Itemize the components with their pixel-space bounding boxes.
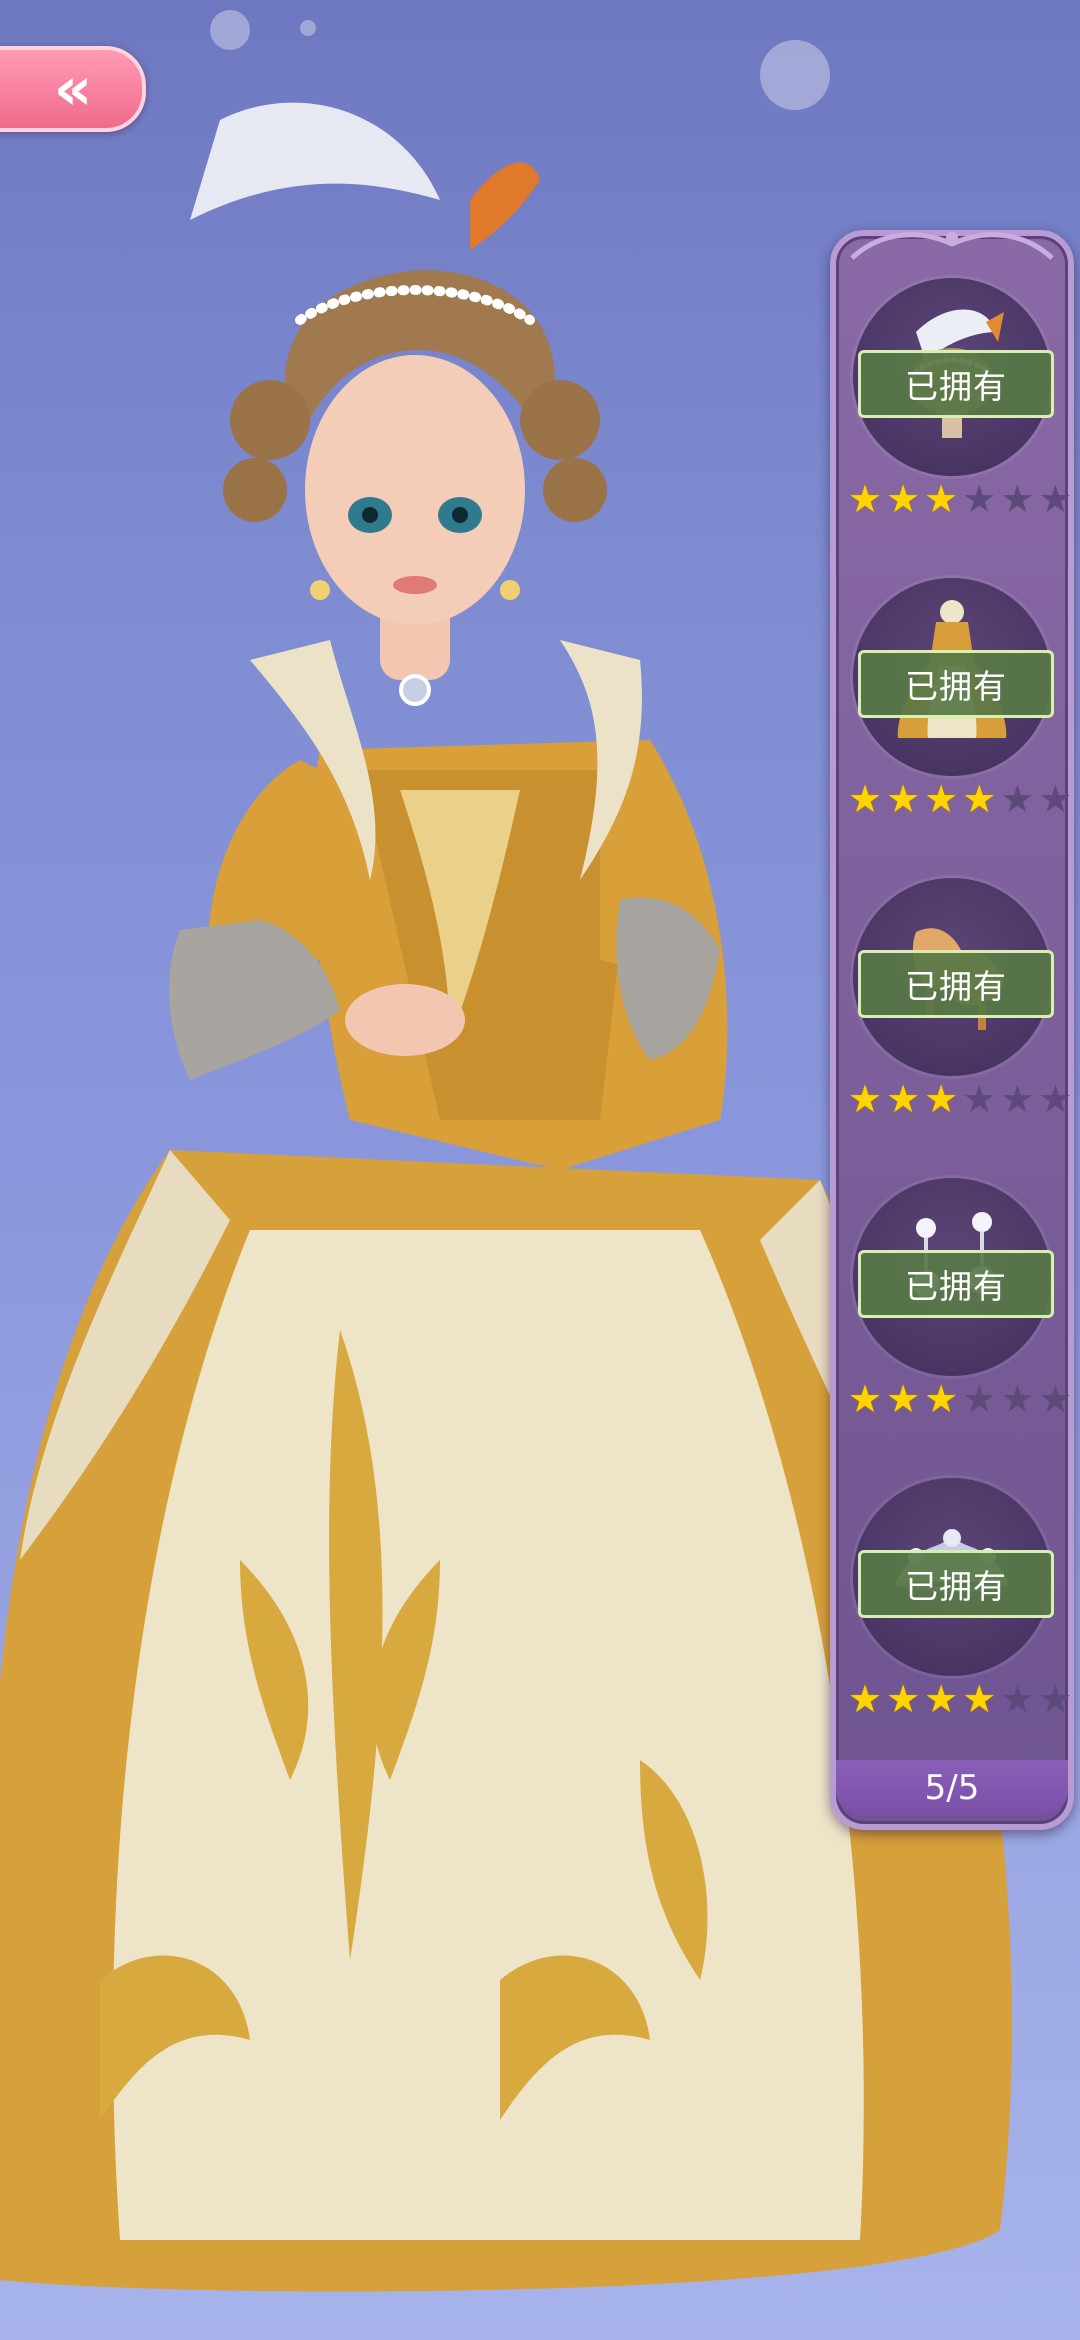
outfit-slot-accessory[interactable]: 已拥有 ★ ★ ★ ★ ★ ★ bbox=[836, 1458, 1072, 1754]
star-filled-icon: ★ bbox=[886, 1677, 921, 1721]
star-rating: ★ ★ ★ ★ ★ ★ bbox=[848, 1380, 1072, 1418]
star-filled-icon: ★ bbox=[962, 777, 997, 821]
star-filled-icon: ★ bbox=[962, 1677, 997, 1721]
star-filled-icon: ★ bbox=[924, 777, 959, 821]
star-empty-icon: ★ bbox=[1038, 1677, 1073, 1721]
owned-badge: 已拥有 bbox=[858, 350, 1054, 418]
star-filled-icon: ★ bbox=[924, 477, 959, 521]
owned-badge: 已拥有 bbox=[858, 1250, 1054, 1318]
back-button[interactable]: « bbox=[0, 46, 146, 132]
star-filled-icon: ★ bbox=[848, 477, 883, 521]
star-empty-icon: ★ bbox=[1000, 1077, 1035, 1121]
star-filled-icon: ★ bbox=[886, 777, 921, 821]
star-empty-icon: ★ bbox=[962, 1377, 997, 1421]
owned-badge: 已拥有 bbox=[858, 950, 1054, 1018]
star-empty-icon: ★ bbox=[1038, 1377, 1073, 1421]
star-filled-icon: ★ bbox=[848, 1077, 883, 1121]
star-filled-icon: ★ bbox=[848, 1377, 883, 1421]
star-filled-icon: ★ bbox=[848, 1677, 883, 1721]
page-counter: 5/5 bbox=[836, 1760, 1068, 1816]
star-empty-icon: ★ bbox=[1000, 777, 1035, 821]
star-empty-icon: ★ bbox=[962, 1077, 997, 1121]
outfit-panel: 已拥有 ★ ★ ★ ★ ★ ★ 已拥有 ★ ★ ★ ★ ★ ★ 已拥有 ★ ★ … bbox=[830, 230, 1074, 1830]
star-empty-icon: ★ bbox=[1000, 1377, 1035, 1421]
outfit-slot-hairstyle[interactable]: 已拥有 ★ ★ ★ ★ ★ ★ bbox=[836, 258, 1072, 554]
star-filled-icon: ★ bbox=[848, 777, 883, 821]
game-scene: « 已拥有 ★ ★ ★ ★ ★ ★ 已拥有 ★ ★ ★ ★ ★ ★ 已拥有 ★ … bbox=[0, 0, 1080, 2340]
star-filled-icon: ★ bbox=[886, 1377, 921, 1421]
star-rating: ★ ★ ★ ★ ★ ★ bbox=[848, 1080, 1072, 1118]
double-chevron-left-icon: « bbox=[53, 54, 93, 124]
outfit-slot-dress[interactable]: 已拥有 ★ ★ ★ ★ ★ ★ bbox=[836, 558, 1072, 854]
owned-badge: 已拥有 bbox=[858, 650, 1054, 718]
star-rating: ★ ★ ★ ★ ★ ★ bbox=[848, 1680, 1072, 1718]
star-rating: ★ ★ ★ ★ ★ ★ bbox=[848, 780, 1072, 818]
star-filled-icon: ★ bbox=[886, 477, 921, 521]
outfit-slot-shoes[interactable]: 已拥有 ★ ★ ★ ★ ★ ★ bbox=[836, 858, 1072, 1154]
star-filled-icon: ★ bbox=[886, 1077, 921, 1121]
star-filled-icon: ★ bbox=[924, 1677, 959, 1721]
outfit-slot-earrings[interactable]: 已拥有 ★ ★ ★ ★ ★ ★ bbox=[836, 1158, 1072, 1454]
panel-ornament bbox=[850, 232, 1054, 260]
star-empty-icon: ★ bbox=[962, 477, 997, 521]
owned-badge: 已拥有 bbox=[858, 1550, 1054, 1618]
star-empty-icon: ★ bbox=[1000, 1677, 1035, 1721]
star-empty-icon: ★ bbox=[1038, 477, 1073, 521]
star-rating: ★ ★ ★ ★ ★ ★ bbox=[848, 480, 1072, 518]
star-empty-icon: ★ bbox=[1038, 1077, 1073, 1121]
star-empty-icon: ★ bbox=[1038, 777, 1073, 821]
star-filled-icon: ★ bbox=[924, 1077, 959, 1121]
star-filled-icon: ★ bbox=[924, 1377, 959, 1421]
star-empty-icon: ★ bbox=[1000, 477, 1035, 521]
